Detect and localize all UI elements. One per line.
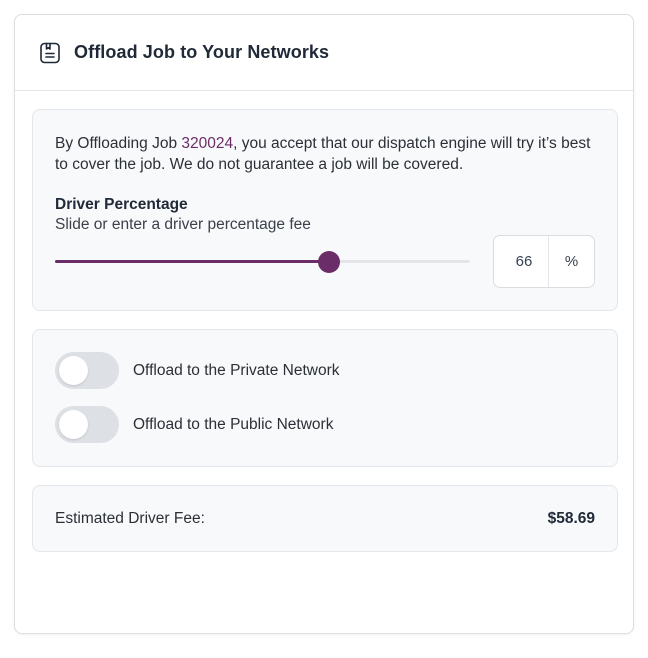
job-number: 320024 xyxy=(181,135,234,152)
public-network-row: Offload to the Public Network xyxy=(55,406,333,443)
toggle-knob xyxy=(59,356,88,385)
estimated-fee-label: Estimated Driver Fee: xyxy=(55,510,205,527)
dialog-header: Offload Job to Your Networks xyxy=(15,15,633,91)
percentage-input-group: % xyxy=(493,235,595,288)
public-network-toggle[interactable] xyxy=(55,406,119,443)
toggle-knob xyxy=(59,410,88,439)
disclaimer-text-start: By Offloading Job xyxy=(55,135,182,152)
driver-percentage-subtitle: Slide or enter a driver percentage fee xyxy=(55,216,311,233)
dialog-title: Offload Job to Your Networks xyxy=(74,42,330,62)
slider-fill xyxy=(55,260,329,263)
private-network-toggle[interactable] xyxy=(55,352,119,389)
offload-disclaimer: By Offloading Job 320024, you accept tha… xyxy=(55,133,600,175)
public-network-label: Offload to the Public Network xyxy=(133,415,334,433)
slider-thumb[interactable] xyxy=(317,251,340,273)
private-network-row: Offload to the Private Network xyxy=(55,352,339,389)
percent-suffix: % xyxy=(564,253,579,270)
receipt-icon xyxy=(37,40,63,66)
percentage-input[interactable] xyxy=(494,236,549,287)
offload-dialog: Offload Job to Your Networks By Offloadi… xyxy=(14,14,634,634)
driver-percentage-title: Driver Percentage xyxy=(55,196,188,213)
private-network-label: Offload to the Private Network xyxy=(133,361,340,379)
estimated-fee-value: $58.69 xyxy=(547,510,595,527)
offload-settings-panel: By Offloading Job 320024, you accept tha… xyxy=(32,109,618,311)
estimated-fee-panel: Estimated Driver Fee: $58.69 xyxy=(32,485,618,552)
network-toggles-panel: Offload to the Private Network Offload t… xyxy=(32,329,618,467)
driver-percentage-slider[interactable] xyxy=(55,250,470,274)
